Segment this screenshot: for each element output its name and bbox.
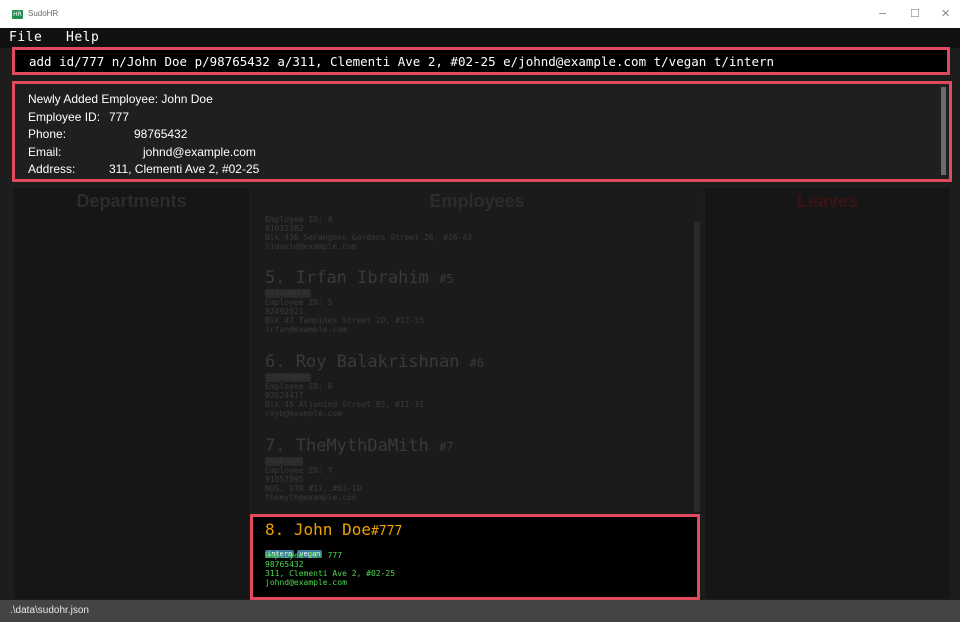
- app-window: File Help Newly Added Employee: John Doe…: [0, 28, 960, 622]
- employee-index: 6.: [265, 352, 286, 372]
- leaves-panel[interactable]: [705, 214, 950, 599]
- menu-file[interactable]: File: [9, 30, 42, 45]
- data-file-path: .\data\sudohr.json: [10, 605, 89, 616]
- employee-name: Irfan Ibrahim: [295, 268, 429, 288]
- result-title: Newly Added Employee: John Doe: [28, 92, 213, 106]
- employee-address: NUS, UTR #17, #03-10: [265, 484, 362, 493]
- window-edge: [960, 0, 975, 631]
- employee-name: Roy Balakrishnan: [295, 352, 460, 372]
- employee-address: Blk 45 Aljunied Street 85, #11-31: [265, 400, 424, 409]
- employee-tag: colleagues: [265, 373, 312, 382]
- result-display: Newly Added Employee: John Doe Employee …: [12, 81, 952, 182]
- title-bar: HR SudoHR − ☐ ✕: [0, 0, 975, 28]
- employee-address: Blk 47 Tampines Street 20, #17-35: [265, 316, 424, 325]
- employee-id: Employee ID: 4: [265, 215, 333, 224]
- employee-index: 7.: [265, 436, 286, 456]
- employee-id-tag: #6: [469, 356, 485, 370]
- result-address-value: 311, Clementi Ave 2, #02-25: [109, 162, 260, 176]
- app-icon: HR: [12, 10, 23, 19]
- employee-phone: 92492021: [265, 307, 304, 316]
- window-title: SudoHR: [28, 9, 59, 18]
- employee-id: Employee ID: 5: [265, 298, 333, 307]
- employee-address: Blk 436 Serangoon Gardens Street 26, #16…: [265, 233, 473, 242]
- employee-email: johnd@example.com: [265, 578, 347, 587]
- employees-header: Employees: [251, 188, 703, 214]
- selected-employee-card[interactable]: 8. John Doe#777 intern vegan Employee ID:…: [250, 514, 700, 600]
- departments-panel[interactable]: [14, 214, 249, 599]
- leaves-header: Leaves: [705, 188, 950, 214]
- result-email-value: johnd@example.com: [143, 145, 256, 159]
- list-item[interactable]: 6. Roy Balakrishnan #6 colleagues Employ…: [265, 352, 703, 418]
- employee-email: irfan@example.com: [265, 325, 347, 334]
- status-bar: .\data\sudohr.json: [0, 600, 960, 622]
- employee-email: lidavid@example.com: [265, 242, 357, 251]
- employee-email: royb@example.com: [265, 409, 343, 418]
- employee-id-tag: #7: [439, 440, 454, 454]
- menu-help[interactable]: Help: [66, 30, 99, 45]
- employee-id: Employee ID: 777: [265, 551, 343, 560]
- employee-phone: 91031282: [265, 224, 304, 233]
- list-item[interactable]: 7. TheMythDaMith #7 nonbinar Employee ID…: [265, 436, 703, 502]
- result-phone-value: 98765432: [134, 127, 188, 141]
- result-id-value: 777: [109, 110, 130, 124]
- employee-id: Employee ID: 6: [265, 382, 333, 391]
- employee-address: 311, Clementi Ave 2, #02-25: [265, 569, 396, 578]
- command-box: [12, 47, 950, 75]
- list-item[interactable]: 5. Irfan Ibrahim #5 classmates Employee …: [265, 268, 703, 334]
- result-scrollbar[interactable]: [941, 87, 946, 175]
- employee-email: themyth@example.com: [265, 493, 357, 502]
- employee-index: 8.: [265, 520, 285, 539]
- minimize-icon[interactable]: −: [878, 7, 887, 20]
- employee-tag: nonbinar: [265, 457, 303, 466]
- result-phone-label: Phone:: [28, 127, 67, 141]
- employee-phone: 92624417: [265, 391, 304, 400]
- employee-name: TheMythDaMith: [295, 436, 429, 456]
- command-input[interactable]: [15, 50, 947, 72]
- departments-header: Departments: [14, 188, 249, 214]
- result-address-label: Address:: [28, 162, 76, 176]
- employee-id-tag: #5: [439, 272, 454, 286]
- employee-phone: 98765432: [265, 560, 304, 569]
- menu-bar: File Help: [0, 28, 960, 48]
- employee-id: Employee ID: 7: [265, 466, 333, 475]
- result-email-label: Email:: [28, 145, 62, 159]
- employee-index: 5.: [265, 268, 286, 288]
- result-id-label: Employee ID:: [28, 110, 101, 124]
- maximize-icon[interactable]: ☐: [910, 7, 920, 20]
- close-icon[interactable]: ✕: [941, 7, 950, 20]
- employee-phone: 91057895: [265, 475, 304, 484]
- employee-tag: classmates: [265, 289, 312, 298]
- employee-id-tag: #777: [370, 524, 403, 539]
- list-item[interactable]: Employee ID: 4 91031282 Blk 436 Serangoo…: [265, 215, 703, 251]
- employee-name: John Doe: [293, 520, 371, 539]
